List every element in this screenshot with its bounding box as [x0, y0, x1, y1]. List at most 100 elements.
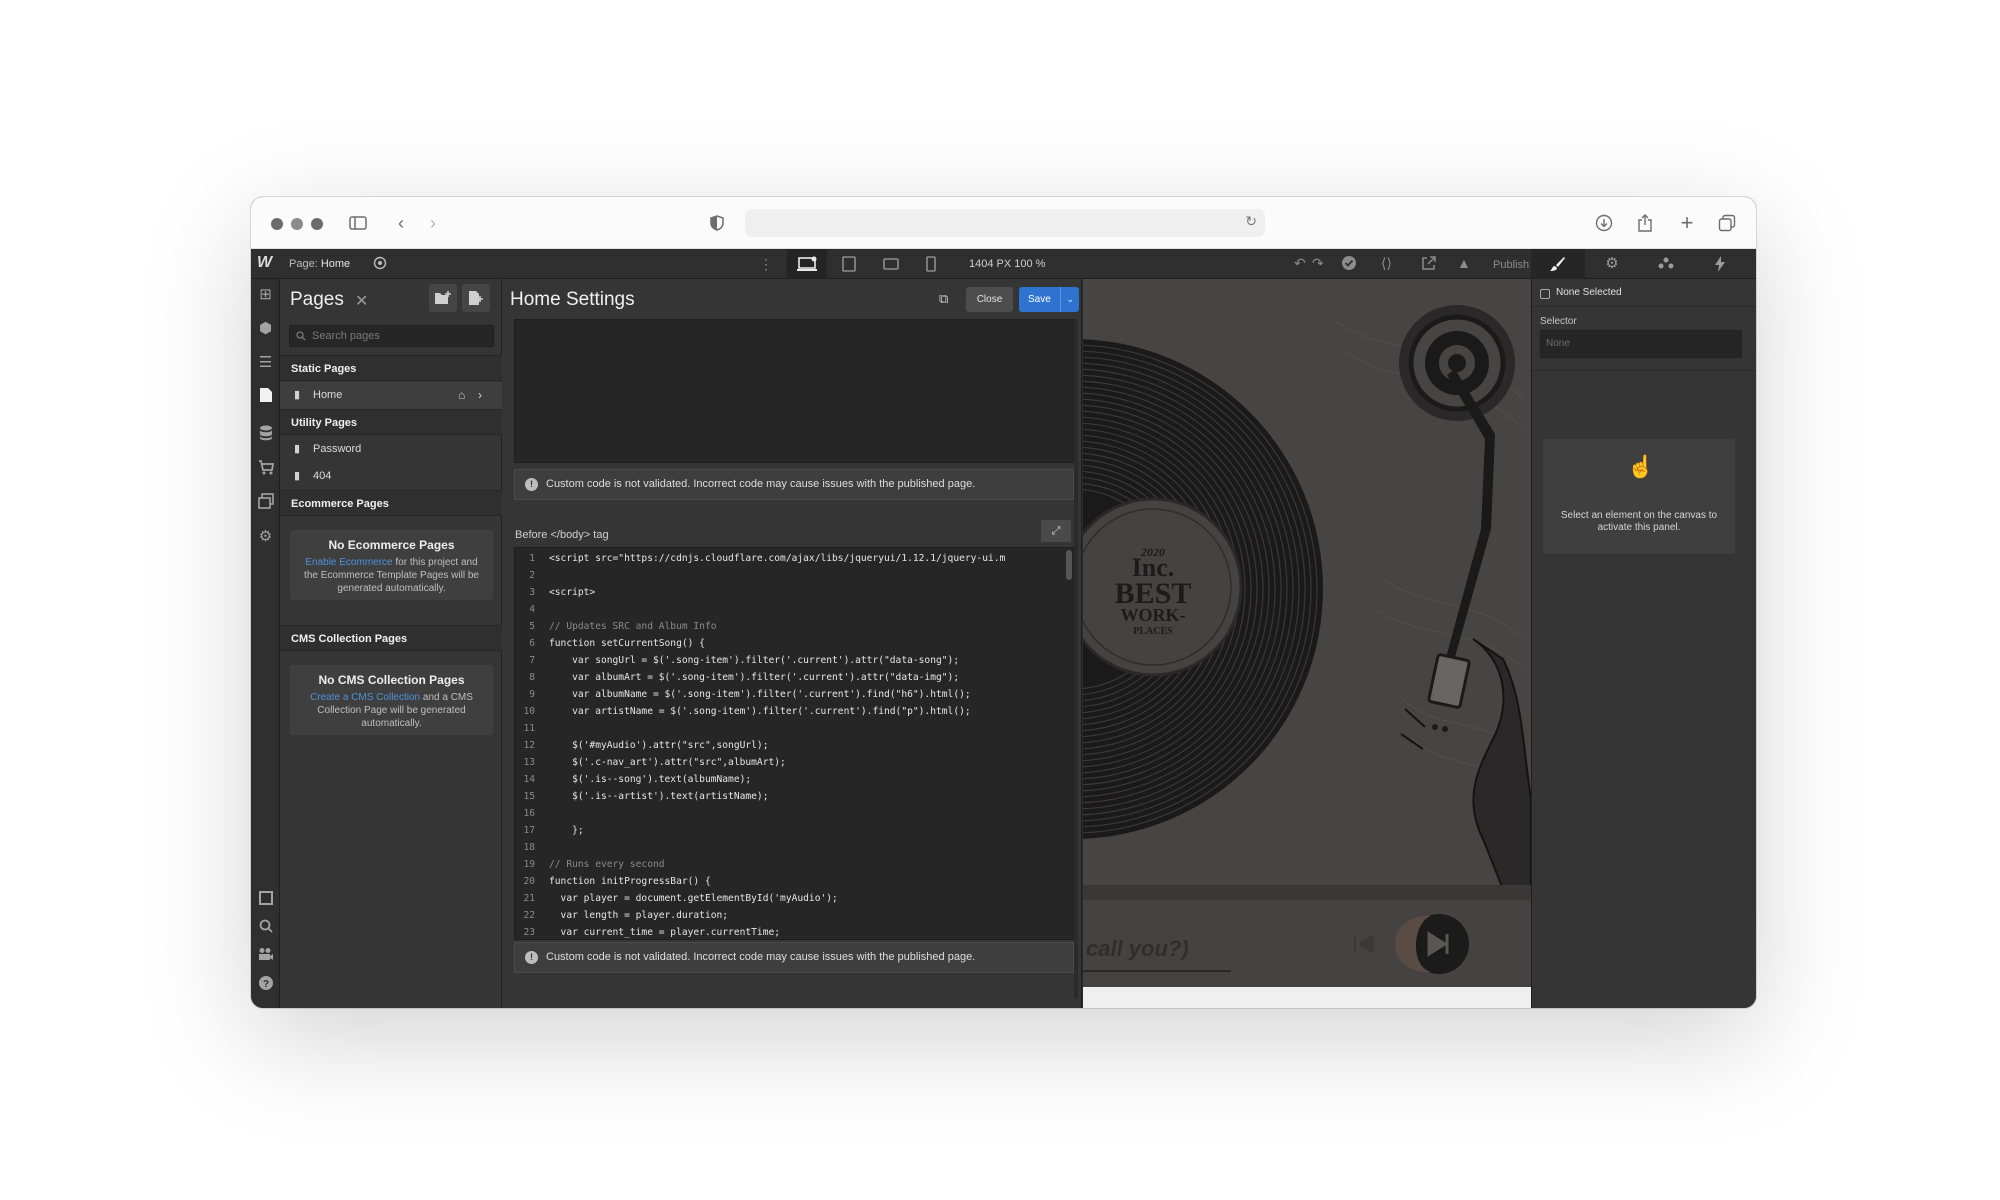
undo-icon[interactable]: ↶: [1294, 255, 1306, 272]
back-icon[interactable]: ‹: [389, 211, 413, 235]
previous-track-icon[interactable]: [1354, 934, 1374, 954]
code-line[interactable]: 8 var albumArt = $('.song-item').filter(…: [515, 669, 1063, 686]
page-item-404[interactable]: ▮ 404: [280, 463, 502, 490]
forward-icon[interactable]: ›: [421, 211, 445, 235]
line-number: 3: [529, 587, 535, 598]
mobile-portrait-breakpoint-icon[interactable]: [911, 249, 951, 279]
close-window-dot[interactable]: [271, 218, 283, 230]
share-icon[interactable]: [1633, 211, 1657, 235]
boundaries-icon[interactable]: [256, 891, 275, 910]
code-line[interactable]: 22 var length = player.duration;: [515, 907, 1063, 924]
code-line[interactable]: 21 var player = document.getElementById(…: [515, 890, 1063, 907]
project-settings-gear-icon[interactable]: ⚙: [256, 527, 275, 546]
progress-bar[interactable]: [1083, 970, 1231, 972]
add-panel-icon[interactable]: ⊞: [256, 285, 275, 304]
share-link-icon[interactable]: [1421, 255, 1437, 274]
code-line[interactable]: 3 <script>: [515, 584, 1063, 601]
code-line[interactable]: 1 <script src="https://cdnjs.cloudflare.c…: [515, 550, 1063, 567]
page-item-home[interactable]: ▮ Home ⌂ ›: [280, 382, 502, 409]
cms-database-icon[interactable]: [256, 425, 275, 444]
before-body-label: Before </body> tag: [515, 529, 609, 541]
code-line[interactable]: 10 var artistName = $('.song-item').filt…: [515, 703, 1063, 720]
close-button[interactable]: Close: [966, 287, 1013, 312]
line-number: 8: [529, 672, 535, 683]
new-tab-icon[interactable]: +: [1675, 211, 1699, 235]
symbols-icon[interactable]: ⬢: [256, 319, 275, 338]
style-panel-tab[interactable]: [1531, 249, 1585, 279]
code-line[interactable]: 23 var current_time = player.currentTime…: [515, 924, 1063, 939]
pointer-hand-icon: ☝: [1627, 454, 1655, 479]
none-selected-checkbox[interactable]: [1540, 289, 1550, 299]
sidebar-toggle-icon[interactable]: [346, 211, 370, 235]
code-line[interactable]: 5 // Updates SRC and Album Info: [515, 618, 1063, 635]
create-folder-button[interactable]: [429, 284, 457, 312]
enable-ecommerce-link[interactable]: Enable Ecommerce: [305, 557, 392, 568]
design-canvas[interactable]: 2020 Inc. BEST WORK- PLACES call you?): [1083, 279, 1531, 1008]
code-export-icon[interactable]: ⟨⟩: [1381, 255, 1392, 272]
minimize-window-dot[interactable]: [291, 218, 303, 230]
more-options-icon[interactable]: ⋮: [756, 249, 776, 279]
panel-scrollbar[interactable]: [1074, 319, 1078, 999]
assets-icon[interactable]: [256, 493, 275, 512]
mobile-landscape-breakpoint-icon[interactable]: [871, 249, 911, 279]
search-placeholder: Search pages: [312, 330, 380, 342]
search-icon[interactable]: [256, 919, 275, 938]
create-page-button[interactable]: [462, 284, 490, 312]
code-line[interactable]: 20 function initProgressBar() {: [515, 873, 1063, 890]
search-pages-input[interactable]: Search pages: [289, 325, 494, 347]
current-page-label[interactable]: Page: Home: [289, 258, 350, 270]
page-item-password[interactable]: ▮ Password: [280, 436, 502, 463]
page-settings-panel: Home Settings ⧉ Close Save ⌄ ! Custom co…: [502, 279, 1082, 1008]
privacy-shield-icon[interactable]: [705, 211, 729, 235]
line-number: 10: [523, 706, 535, 717]
chevron-down-icon[interactable]: ⌄: [1060, 287, 1074, 312]
settings-panel-tab[interactable]: ⚙: [1585, 249, 1639, 279]
redo-icon[interactable]: ↷: [1312, 255, 1324, 272]
code-line[interactable]: 6 function setCurrentSong() {: [515, 635, 1063, 652]
close-icon[interactable]: ✕: [355, 291, 368, 311]
page-settings-chevron-icon[interactable]: ›: [478, 382, 482, 409]
tab-overview-icon[interactable]: [1715, 211, 1739, 235]
hint-text: Select an element on the canvas to activ…: [1560, 510, 1718, 533]
code-line[interactable]: 9 var albumName = $('.song-item').filter…: [515, 686, 1063, 703]
code-line[interactable]: 11: [515, 720, 1063, 737]
reload-icon[interactable]: ↻: [1245, 213, 1257, 230]
selector-input[interactable]: None: [1540, 330, 1742, 358]
code-line[interactable]: 17 };: [515, 822, 1063, 839]
download-icon[interactable]: [1592, 211, 1616, 235]
canvas-size-readout: 1404 PX 100 %: [969, 258, 1046, 270]
interactions-panel-tab[interactable]: [1639, 249, 1693, 279]
save-button[interactable]: Save ⌄: [1019, 287, 1079, 312]
lightning-panel-tab[interactable]: [1693, 249, 1747, 279]
desktop-breakpoint-icon[interactable]: [787, 249, 827, 279]
body-code-editor[interactable]: 1 <script src="https://cdnjs.cloudflare.c…: [514, 547, 1074, 940]
code-line[interactable]: 16: [515, 805, 1063, 822]
preview-eye-icon[interactable]: [372, 256, 388, 273]
code-line[interactable]: 19 // Runs every second: [515, 856, 1063, 873]
pages-icon[interactable]: [256, 387, 275, 406]
audit-check-icon[interactable]: [1341, 255, 1357, 274]
video-tutorials-icon[interactable]: [256, 947, 275, 966]
code-line[interactable]: 13 $('.c-nav_art').attr("src",albumArt);: [515, 754, 1063, 771]
head-code-editor[interactable]: [514, 319, 1074, 463]
warning-text: Custom code is not validated. Incorrect …: [546, 951, 976, 963]
code-line[interactable]: 18: [515, 839, 1063, 856]
code-line[interactable]: 15 $('.is--artist').text(artistName);: [515, 788, 1063, 805]
code-line[interactable]: 14 $('.is--song').text(albumName);: [515, 771, 1063, 788]
code-line[interactable]: 7 var songUrl = $('.song-item').filter('…: [515, 652, 1063, 669]
code-line[interactable]: 2: [515, 567, 1063, 584]
expand-editor-button[interactable]: ⤢: [1041, 520, 1071, 542]
ecommerce-cart-icon[interactable]: [256, 459, 275, 478]
create-cms-collection-link[interactable]: Create a CMS Collection: [310, 692, 420, 703]
navigator-icon[interactable]: ☰: [256, 353, 275, 372]
line-number: 16: [523, 808, 535, 819]
help-icon[interactable]: ?: [256, 975, 275, 994]
address-bar[interactable]: ↻: [745, 209, 1265, 237]
code-line[interactable]: 4: [515, 601, 1063, 618]
webflow-logo[interactable]: W: [257, 254, 277, 274]
editor-scrollbar[interactable]: [1066, 550, 1072, 580]
duplicate-icon[interactable]: ⧉: [939, 291, 948, 307]
tablet-breakpoint-icon[interactable]: [829, 249, 869, 279]
zoom-window-dot[interactable]: [311, 218, 323, 230]
code-line[interactable]: 12 $('#myAudio').attr("src",songUrl);: [515, 737, 1063, 754]
